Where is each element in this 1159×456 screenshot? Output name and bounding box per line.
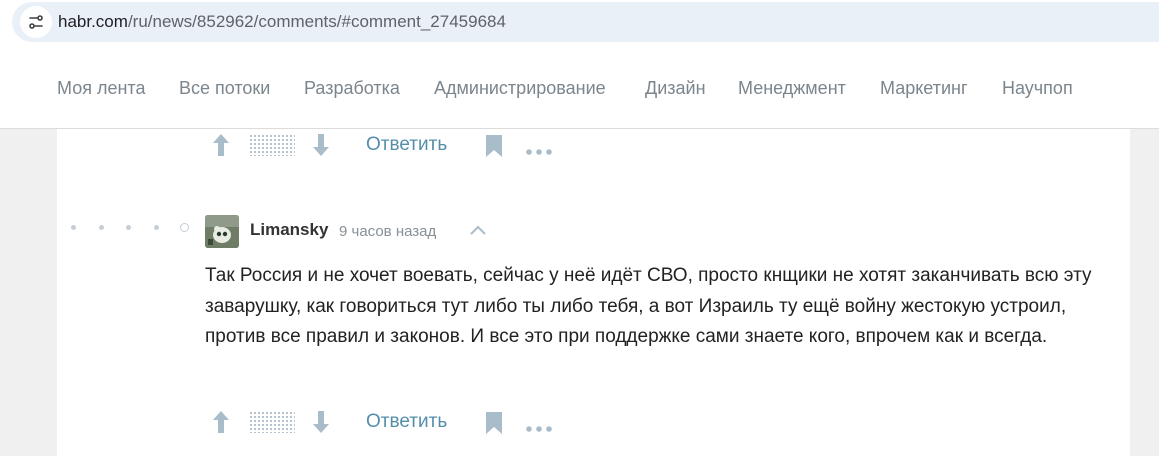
thread-dot bbox=[71, 225, 76, 230]
bookmark-icon[interactable] bbox=[485, 411, 503, 440]
thread-dot bbox=[126, 225, 131, 230]
bookmark-icon[interactable] bbox=[485, 134, 503, 163]
arrow-down-icon[interactable] bbox=[312, 133, 330, 162]
comment-timestamp[interactable]: 9 часов назад bbox=[339, 223, 436, 240]
nav-item-management[interactable]: Менеджмент bbox=[738, 78, 846, 99]
thread-dot bbox=[154, 225, 159, 230]
reply-link[interactable]: Ответить bbox=[366, 411, 447, 433]
comments-panel: Ответить Limansky 9 часов назад Так Росс… bbox=[57, 129, 1130, 456]
thread-dot-current[interactable] bbox=[180, 223, 189, 232]
nav-item-popsci[interactable]: Научпоп bbox=[1002, 78, 1073, 99]
comment-author[interactable]: Limansky bbox=[250, 220, 328, 240]
arrow-up-icon[interactable] bbox=[212, 133, 230, 162]
comment-body: Так Россия и не хочет воевать, сейчас у … bbox=[205, 265, 1092, 347]
comment-actions: Ответить bbox=[57, 408, 552, 439]
site-info-icon[interactable] bbox=[20, 6, 52, 38]
thread-dot bbox=[99, 225, 104, 230]
more-icon[interactable] bbox=[526, 419, 552, 437]
nav-item-development[interactable]: Разработка bbox=[304, 78, 400, 99]
site-nav: Моя лента Все потоки Разработка Админист… bbox=[0, 48, 1159, 129]
nav-item-my-feed[interactable]: Моя лента bbox=[57, 78, 145, 99]
arrow-down-icon[interactable] bbox=[312, 410, 330, 439]
more-icon[interactable] bbox=[526, 142, 552, 160]
nav-item-marketing[interactable]: Маркетинг bbox=[880, 78, 968, 99]
vote-score-hidden bbox=[249, 411, 295, 433]
arrow-up-icon[interactable] bbox=[212, 410, 230, 439]
vote-score-hidden bbox=[249, 134, 295, 156]
comment-actions: Ответить bbox=[57, 131, 552, 162]
browser-toolbar: habr.com/ru/news/852962/comments/#commen… bbox=[0, 0, 1159, 48]
reply-link[interactable]: Ответить bbox=[366, 134, 447, 156]
chevron-up-icon[interactable] bbox=[469, 223, 487, 241]
address-bar[interactable]: habr.com/ru/news/852962/comments/#commen… bbox=[12, 2, 1159, 42]
nav-item-all-streams[interactable]: Все потоки bbox=[179, 78, 270, 99]
nav-item-administration[interactable]: Администрирование bbox=[434, 78, 606, 99]
nav-item-design[interactable]: Дизайн bbox=[645, 78, 706, 99]
avatar[interactable] bbox=[205, 215, 239, 248]
url-host: habr.com bbox=[58, 12, 128, 31]
url-text[interactable]: habr.com/ru/news/852962/comments/#commen… bbox=[58, 12, 506, 32]
url-path: /ru/news/852962/comments/#comment_274596… bbox=[127, 12, 506, 31]
